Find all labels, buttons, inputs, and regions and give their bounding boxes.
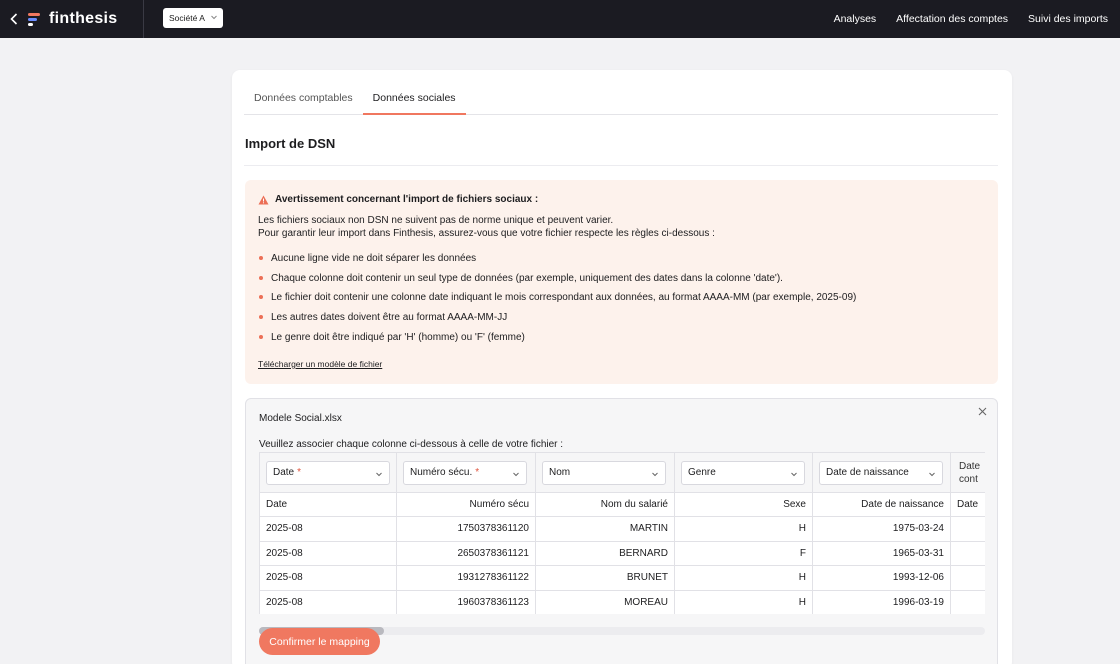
table-cell: MARTIN bbox=[536, 517, 675, 542]
brand-name: finthesis bbox=[49, 10, 118, 27]
download-template-link[interactable]: Télécharger un modèle de fichier bbox=[258, 359, 382, 369]
table-cell: 2025-08 bbox=[259, 566, 397, 591]
tab-donnees-comptables[interactable]: Données comptables bbox=[244, 84, 363, 115]
mapping-cell: Numéro sécu. * bbox=[397, 452, 536, 492]
table-cell: BERNARD bbox=[536, 541, 675, 566]
mapping-select-genre[interactable]: Genre bbox=[681, 460, 805, 485]
nav-analyses[interactable]: Analyses bbox=[834, 13, 877, 25]
main-card: Données comptables Données sociales Impo… bbox=[232, 70, 1012, 664]
tab-donnees-sociales[interactable]: Données sociales bbox=[362, 84, 466, 115]
warning-intro-line: Pour garantir leur import dans Finthesis… bbox=[258, 228, 715, 239]
column-header: Nom du salarié bbox=[536, 492, 675, 517]
confirm-mapping-button[interactable]: Confirmer le mapping bbox=[259, 628, 380, 655]
rule-item: Les autres dates doivent être au format … bbox=[258, 311, 856, 331]
mapping-table[interactable]: Date * Numéro sécu. * Nom Genre Date de … bbox=[259, 452, 985, 614]
mapping-select-date-de-naissance[interactable]: Date de naissance bbox=[819, 460, 943, 485]
company-select[interactable]: Société A bbox=[163, 8, 223, 28]
table-cell: F bbox=[675, 541, 813, 566]
rule-item: Aucune ligne vide ne doit séparer les do… bbox=[258, 252, 856, 272]
warning-box: Avertissement concernant l'import de fic… bbox=[245, 180, 998, 384]
mapping-instruction: Veuillez associer chaque colonne ci-dess… bbox=[259, 439, 564, 450]
rules-list: Aucune ligne vide ne doit séparer les do… bbox=[258, 252, 856, 350]
mapping-cell: Date cont bbox=[951, 452, 985, 492]
table-cell: 1996-03-19 bbox=[813, 590, 951, 614]
page-title: Import de DSN bbox=[245, 136, 336, 151]
table-cell bbox=[951, 541, 985, 566]
chevron-down-icon bbox=[929, 472, 935, 476]
mapping-cell: Date * bbox=[259, 452, 397, 492]
warning-title: Avertissement concernant l'import de fic… bbox=[275, 194, 539, 205]
table-cell: MOREAU bbox=[536, 590, 675, 614]
back-icon[interactable] bbox=[0, 0, 28, 38]
mapping-select-numero-secu[interactable]: Numéro sécu. * bbox=[403, 460, 527, 485]
column-header: Date bbox=[951, 492, 985, 517]
chevron-down-icon bbox=[376, 472, 382, 476]
finthesis-logo-icon bbox=[28, 12, 42, 26]
brand[interactable]: finthesis bbox=[28, 10, 118, 28]
mapping-cell: Date de naissance bbox=[813, 452, 951, 492]
file-mapping-panel: Modele Social.xlsx Veuillez associer cha… bbox=[245, 398, 998, 664]
nav-divider bbox=[143, 0, 144, 38]
table-cell: 1993-12-06 bbox=[813, 566, 951, 591]
warning-intro-line: Les fichiers sociaux non DSN ne suivent … bbox=[258, 215, 614, 226]
main-nav: Analyses Affectation des comptes Suivi d… bbox=[834, 0, 1108, 38]
mapping-select-nom[interactable]: Nom bbox=[542, 460, 666, 485]
mapping-select-date-contrat[interactable]: Date cont bbox=[955, 460, 980, 486]
warning-intro: Les fichiers sociaux non DSN ne suivent … bbox=[258, 214, 715, 240]
mapping-cell: Nom bbox=[536, 452, 675, 492]
rule-item: Le genre doit être indiqué par 'H' (homm… bbox=[258, 331, 856, 351]
column-header: Date de naissance bbox=[813, 492, 951, 517]
select-label: Nom bbox=[549, 467, 571, 478]
chevron-down-icon bbox=[791, 472, 797, 476]
chevron-down-icon bbox=[652, 472, 658, 476]
select-label: Date de naissance bbox=[826, 467, 909, 478]
table-cell: 1965-03-31 bbox=[813, 541, 951, 566]
table-cell: 1750378361120 bbox=[397, 517, 536, 542]
nav-affectation-des-comptes[interactable]: Affectation des comptes bbox=[896, 13, 1008, 25]
chevron-down-icon bbox=[211, 15, 217, 20]
warning-heading: Avertissement concernant l'import de fic… bbox=[258, 194, 538, 205]
table-cell: H bbox=[675, 566, 813, 591]
mapping-select-date[interactable]: Date * bbox=[266, 460, 390, 485]
company-select-value: Société A bbox=[169, 13, 205, 23]
file-name: Modele Social.xlsx bbox=[259, 413, 342, 424]
table-cell: 1960378361123 bbox=[397, 590, 536, 614]
chevron-down-icon bbox=[513, 472, 519, 476]
table-cell bbox=[951, 566, 985, 591]
select-label: Genre bbox=[688, 467, 716, 478]
table-cell bbox=[951, 590, 985, 614]
column-header: Sexe bbox=[675, 492, 813, 517]
top-nav-bar: finthesis Société A Analyses Affectation… bbox=[0, 0, 1120, 38]
table-cell: 2650378361121 bbox=[397, 541, 536, 566]
table-cell: 1931278361122 bbox=[397, 566, 536, 591]
table-cell: H bbox=[675, 517, 813, 542]
required-marker: * bbox=[297, 467, 302, 478]
table-cell: H bbox=[675, 590, 813, 614]
mapping-cell: Genre bbox=[675, 452, 813, 492]
table-cell bbox=[951, 517, 985, 542]
table-cell: 2025-08 bbox=[259, 590, 397, 614]
select-label: Date bbox=[273, 467, 295, 478]
column-header: Numéro sécu bbox=[397, 492, 536, 517]
required-marker: * bbox=[475, 467, 480, 478]
select-label: Numéro sécu. bbox=[410, 467, 473, 478]
nav-suivi-des-imports[interactable]: Suivi des imports bbox=[1028, 13, 1108, 25]
table-cell: BRUNET bbox=[536, 566, 675, 591]
table-cell: 2025-08 bbox=[259, 517, 397, 542]
divider bbox=[244, 165, 998, 166]
rule-item: Le fichier doit contenir une colonne dat… bbox=[258, 291, 856, 311]
close-icon[interactable] bbox=[977, 406, 988, 417]
table-cell: 2025-08 bbox=[259, 541, 397, 566]
column-header: Date bbox=[259, 492, 397, 517]
table-cell: 1975-03-24 bbox=[813, 517, 951, 542]
tab-bar: Données comptables Données sociales bbox=[244, 84, 998, 115]
rule-item: Chaque colonne doit contenir un seul typ… bbox=[258, 272, 856, 292]
warning-icon bbox=[258, 195, 269, 204]
